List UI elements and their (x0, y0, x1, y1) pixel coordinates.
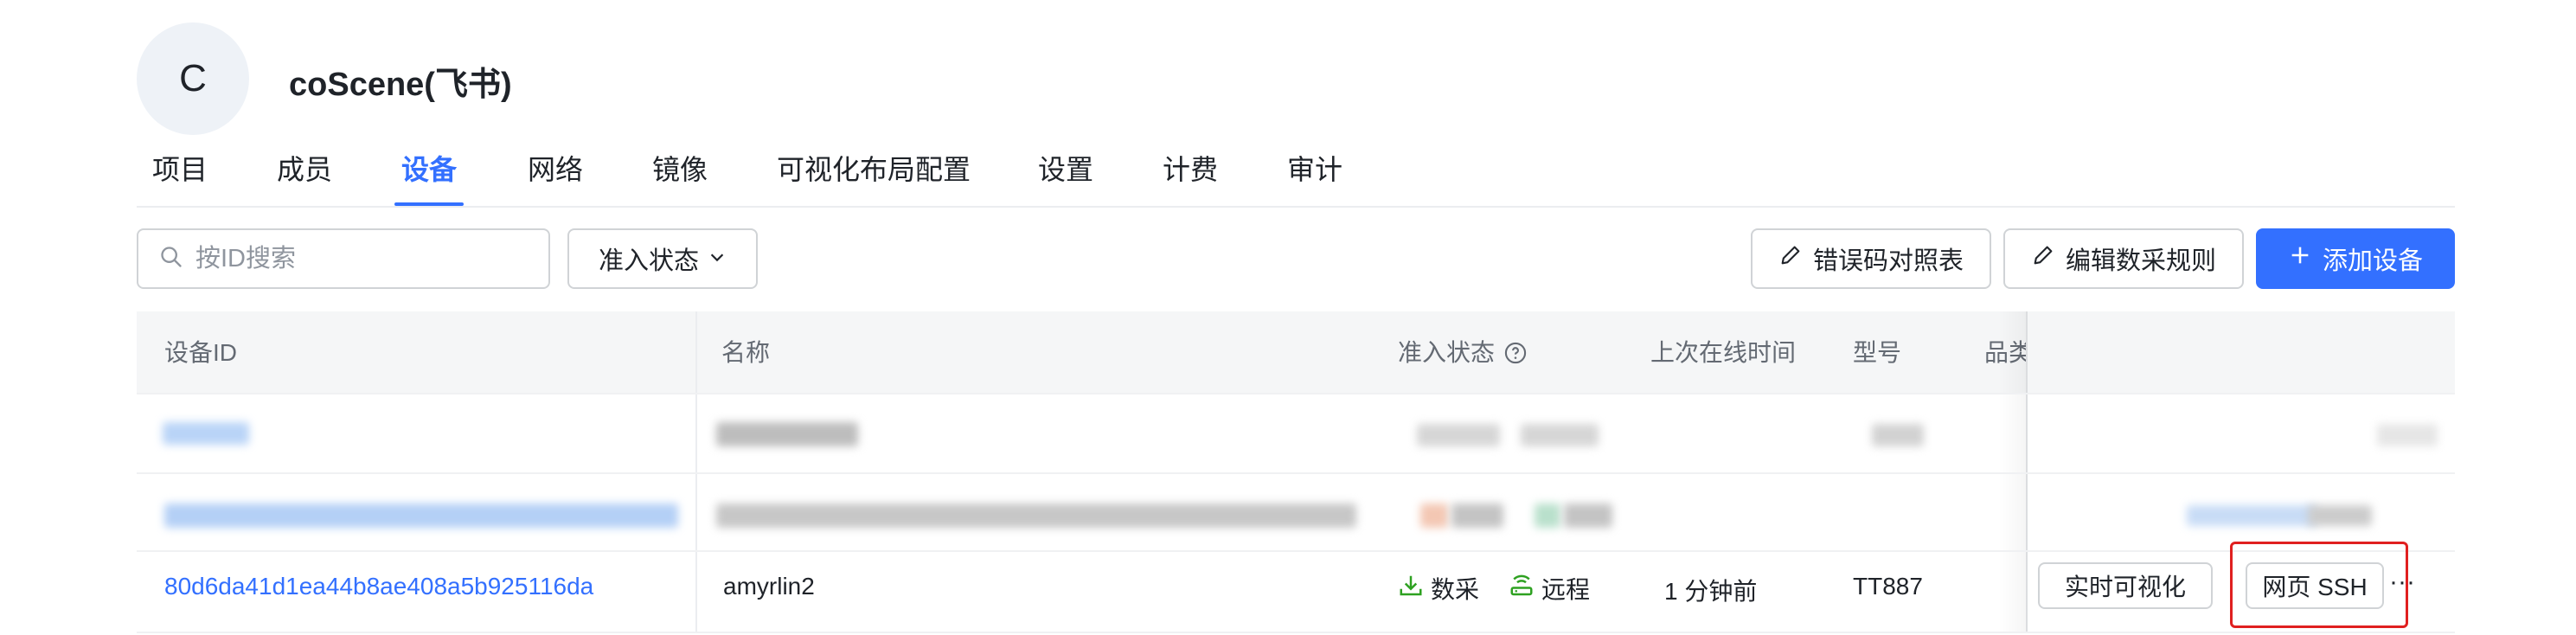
filter-label: 准入状态 (598, 247, 699, 275)
chevron-down-icon (708, 245, 727, 273)
realtime-visualization-button[interactable]: 实时可视化 (2038, 562, 2213, 609)
redacted-actions (2187, 505, 2316, 526)
tab-projects[interactable]: 项目 (152, 140, 208, 206)
row-divider (137, 550, 2455, 552)
tab-audit[interactable]: 审计 (1287, 140, 1342, 206)
status-tag-label: 远程 (1541, 576, 1591, 603)
redacted-device-id (163, 422, 249, 445)
search-input[interactable] (194, 243, 526, 274)
tab-layout-config[interactable]: 可视化布局配置 (777, 140, 971, 206)
tab-network[interactable]: 网络 (528, 140, 583, 206)
download-icon (1398, 573, 1424, 605)
org-avatar: C (137, 22, 249, 135)
error-code-table-label: 错误码对照表 (1812, 247, 1964, 275)
pencil-icon (1778, 243, 1803, 274)
redacted-status (1420, 504, 1448, 528)
edit-rules-label: 编辑数采规则 (2065, 247, 2216, 275)
error-code-table-button[interactable]: 错误码对照表 (1751, 228, 1991, 289)
help-circle-icon[interactable] (1503, 341, 1528, 365)
tab-settings[interactable]: 设置 (1038, 140, 1093, 206)
status-tag-remote: 远程 (1509, 571, 1590, 606)
redacted-status (1417, 424, 1500, 446)
tab-billing[interactable]: 计费 (1163, 140, 1218, 206)
col-admission-status[interactable]: 准入状态 (1398, 311, 1528, 394)
search-box[interactable] (137, 228, 550, 289)
redacted-name (716, 422, 858, 446)
col-name[interactable]: 名称 (721, 311, 770, 394)
redacted-actions (2308, 505, 2372, 526)
col-admission-status-label: 准入状态 (1398, 339, 1496, 366)
edit-collection-rules-button[interactable]: 编辑数采规则 (2003, 228, 2244, 289)
row-divider (137, 472, 2455, 474)
redacted-name (716, 504, 1356, 528)
redacted-model (1872, 424, 1924, 446)
device-id-link[interactable]: 80d6da41d1ea44b8ae408a5b925116da (164, 573, 593, 600)
tab-images[interactable]: 镜像 (652, 140, 708, 206)
web-ssh-highlight-box (2230, 542, 2408, 628)
plus-icon (2288, 243, 2312, 274)
col-model[interactable]: 型号 (1853, 311, 1901, 394)
table-header: 设备ID 名称 准入状态 上次在线时间 型号 品类 (137, 311, 2455, 394)
redacted-status (1564, 504, 1612, 528)
router-icon (1509, 573, 1535, 605)
add-device-button[interactable]: 添加设备 (2256, 228, 2455, 289)
tab-divider (137, 206, 2455, 208)
row-divider (137, 393, 2455, 394)
avatar-letter: C (179, 57, 207, 99)
redacted-actions (2377, 424, 2438, 446)
search-icon (159, 245, 183, 273)
tab-devices[interactable]: 设备 (394, 140, 465, 206)
redacted-status (1535, 504, 1560, 528)
tab-members[interactable]: 成员 (277, 140, 332, 206)
row-divider (137, 632, 2455, 633)
device-model: TT887 (1853, 573, 1923, 600)
device-name: amyrlin2 (723, 573, 815, 600)
pencil-icon (2031, 243, 2055, 274)
redacted-device-id (164, 504, 678, 528)
last-online-time: 1 分钟前 (1664, 578, 1758, 605)
redacted-status (1521, 424, 1599, 446)
admission-status-filter[interactable]: 准入状态 (567, 228, 758, 289)
org-name: coScene(飞书) (289, 67, 512, 103)
status-tag-collection: 数采 (1398, 571, 1479, 606)
col-last-online[interactable]: 上次在线时间 (1650, 311, 1796, 394)
status-tag-label: 数采 (1431, 576, 1480, 603)
redacted-status (1451, 504, 1503, 528)
add-device-label: 添加设备 (2322, 247, 2423, 275)
col-device-id[interactable]: 设备ID (164, 311, 237, 394)
